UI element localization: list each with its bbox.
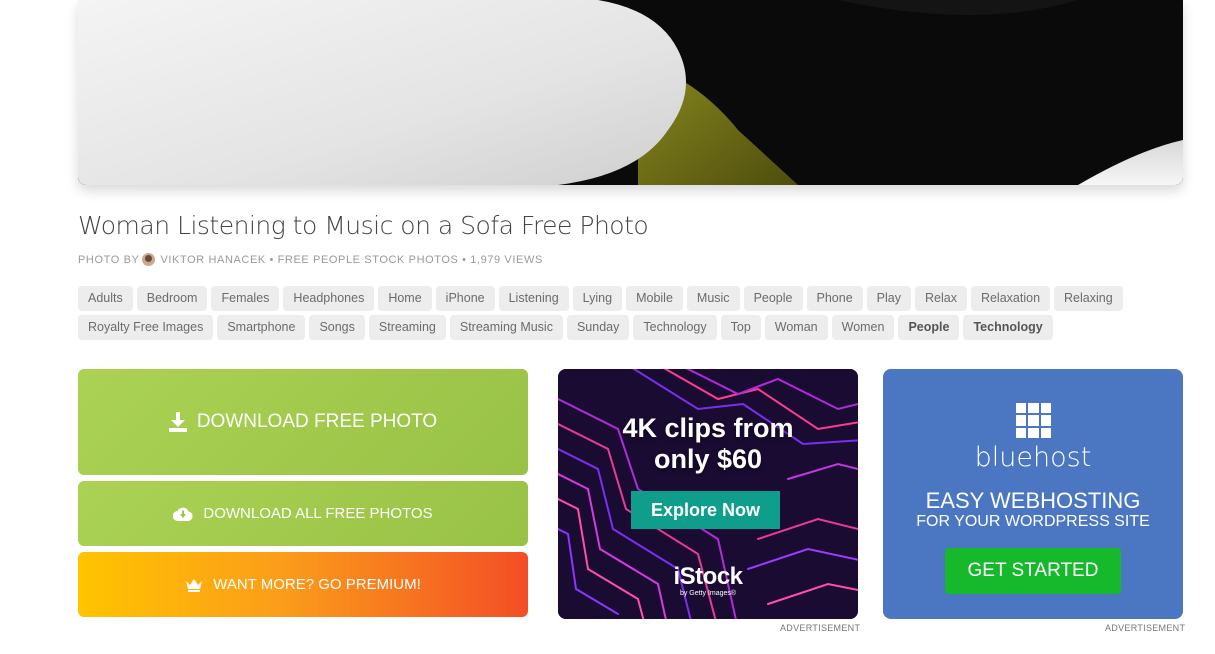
istock-headline-line2: only $60 bbox=[653, 444, 763, 474]
bluehost-advertisement[interactable]: bluehost EASY WEBHOSTING FOR YOUR WORDPR… bbox=[883, 369, 1183, 619]
bluehost-headline: EASY WEBHOSTING bbox=[925, 488, 1141, 513]
tag-top[interactable]: Top bbox=[720, 315, 761, 340]
tag-listening[interactable]: Listening bbox=[498, 286, 569, 311]
download-all-free-photos-label: DOWNLOAD ALL FREE PHOTOS bbox=[203, 505, 433, 522]
istock-logo: iStock by Getty Images® bbox=[558, 565, 858, 598]
tag-people[interactable]: People bbox=[898, 315, 960, 340]
author-link[interactable]: VIKTOR HANACEK bbox=[160, 254, 265, 266]
get-started-button[interactable]: GET STARTED bbox=[945, 548, 1121, 594]
tag-lying[interactable]: Lying bbox=[572, 286, 623, 311]
go-premium-button[interactable]: WANT MORE? GO PREMIUM! bbox=[78, 552, 528, 617]
cloud-download-icon bbox=[173, 507, 193, 521]
advertisement-label: ADVERTISEMENT bbox=[780, 623, 861, 633]
advertisement-label: ADVERTISEMENT bbox=[1105, 623, 1186, 633]
bluehost-brand: bluehost bbox=[974, 442, 1092, 473]
photo-meta: PHOTO BY VIKTOR HANACEK • FREE PEOPLE ST… bbox=[78, 253, 543, 266]
tag-bedroom[interactable]: Bedroom bbox=[136, 286, 208, 311]
tag-adults[interactable]: Adults bbox=[78, 286, 133, 311]
tag-list: Adults Bedroom Females Headphones Home iPhone… bbox=[78, 286, 1188, 340]
istock-headline-line1: 4K clips from bbox=[622, 413, 794, 443]
tag-technology[interactable]: Technology bbox=[963, 315, 1053, 340]
grid-logo-icon bbox=[1016, 403, 1051, 438]
download-free-photo-label: DOWNLOAD FREE PHOTO bbox=[196, 411, 438, 432]
tag-play[interactable]: Play bbox=[866, 286, 911, 311]
istock-brand-sub: by Getty Images® bbox=[679, 590, 737, 597]
istock-headline: 4K clips from only $60 bbox=[558, 413, 858, 475]
go-premium-label: WANT MORE? GO PREMIUM! bbox=[213, 576, 421, 593]
tag-home[interactable]: Home bbox=[378, 286, 432, 311]
download-icon bbox=[168, 412, 187, 432]
page-title: Woman Listening to Music on a Sofa Free … bbox=[78, 211, 649, 240]
tag-people[interactable]: People bbox=[743, 286, 803, 311]
photo-by-label: PHOTO BY bbox=[78, 253, 140, 266]
crown-icon bbox=[185, 578, 203, 592]
istock-brand: iStock bbox=[673, 563, 743, 590]
meta-separator: • bbox=[462, 253, 467, 266]
main-photo[interactable] bbox=[78, 0, 1183, 185]
view-count: 1,979 VIEWS bbox=[470, 253, 543, 266]
bluehost-subheadline: FOR YOUR WORDPRESS SITE bbox=[916, 513, 1150, 530]
tag-relax[interactable]: Relax bbox=[914, 286, 967, 311]
category-link[interactable]: FREE PEOPLE STOCK PHOTOS bbox=[278, 254, 459, 266]
photo-image bbox=[78, 0, 1183, 185]
tag-songs[interactable]: Songs bbox=[309, 315, 365, 340]
tag-streaming[interactable]: Streaming bbox=[368, 315, 446, 340]
explore-now-button[interactable]: Explore Now bbox=[631, 491, 780, 529]
tag-relaxing[interactable]: Relaxing bbox=[1054, 286, 1123, 311]
istock-advertisement[interactable]: 4K clips from only $60 Explore Now iStoc… bbox=[558, 369, 858, 619]
tag-phone[interactable]: Phone bbox=[806, 286, 863, 311]
tag-music[interactable]: Music bbox=[686, 286, 740, 311]
tag-technology[interactable]: Technology bbox=[633, 315, 717, 340]
meta-separator: • bbox=[269, 253, 274, 266]
download-free-photo-button[interactable]: DOWNLOAD FREE PHOTO bbox=[78, 369, 528, 475]
tag-relaxation[interactable]: Relaxation bbox=[970, 286, 1051, 311]
tag-woman[interactable]: Woman bbox=[764, 315, 828, 340]
tag-iphone[interactable]: iPhone bbox=[435, 286, 495, 311]
tag-royalty-free-images[interactable]: Royalty Free Images bbox=[78, 315, 214, 340]
tag-headphones[interactable]: Headphones bbox=[283, 286, 375, 311]
tag-mobile[interactable]: Mobile bbox=[626, 286, 683, 311]
tag-streaming-music[interactable]: Streaming Music bbox=[449, 315, 563, 340]
tag-sunday[interactable]: Sunday bbox=[566, 315, 630, 340]
tag-smartphone[interactable]: Smartphone bbox=[217, 315, 306, 340]
download-all-free-photos-button[interactable]: DOWNLOAD ALL FREE PHOTOS bbox=[78, 481, 528, 546]
tag-females[interactable]: Females bbox=[211, 286, 280, 311]
tag-women[interactable]: Women bbox=[831, 315, 895, 340]
author-avatar bbox=[142, 253, 156, 266]
